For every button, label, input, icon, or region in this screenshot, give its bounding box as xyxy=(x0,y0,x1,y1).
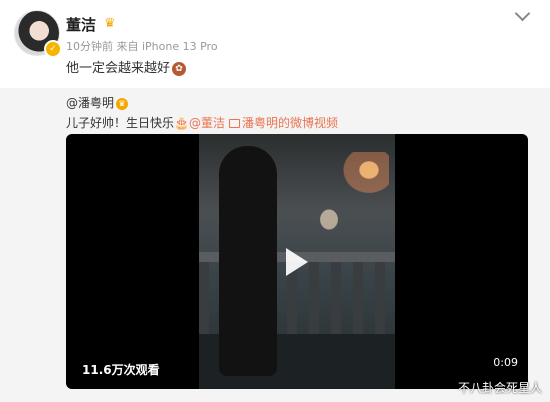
cake-emoji-icon: 🎂 xyxy=(174,116,189,130)
verify-badge-icon: ✓ xyxy=(44,40,62,58)
person-silhouette xyxy=(219,146,277,376)
view-count: 11.6万次观看 xyxy=(82,363,160,377)
crown-icon: ♛ xyxy=(116,97,129,110)
video-link[interactable]: 潘粤明的微博视频 xyxy=(242,116,338,130)
video-player[interactable]: 11.6万次观看 0:09 xyxy=(66,134,528,389)
post-header: ✓ 董洁 ♛ 10分钟前 来自 iPhone 13 Pro 他一定会越来越好 ✿ xyxy=(0,0,550,88)
repost-text: 儿子好帅！生日快乐🎂@董洁 潘粤明的微博视频 xyxy=(66,114,338,131)
watermark: 不八卦会死星人 xyxy=(457,381,542,395)
username[interactable]: 董洁 xyxy=(66,14,96,35)
post-meta: 10分钟前 来自 iPhone 13 Pro xyxy=(66,40,218,53)
play-button-icon[interactable] xyxy=(286,248,308,276)
video-duration: 0:09 xyxy=(493,356,518,369)
original-author[interactable]: @潘粤明 ♛ xyxy=(66,94,129,111)
video-link-icon xyxy=(228,119,240,128)
chevron-down-icon[interactable] xyxy=(514,5,531,22)
firework-glow xyxy=(289,152,389,242)
cake-emoji-icon: ✿ xyxy=(172,61,187,76)
original-author-mention[interactable]: @潘粤明 xyxy=(66,96,114,110)
repost-text-content: 儿子好帅！生日快乐 xyxy=(66,116,175,130)
crown-icon: ♛ xyxy=(104,16,116,31)
mention-link[interactable]: @董洁 xyxy=(189,116,225,130)
post-text-content: 他一定会越来越好 xyxy=(66,61,171,76)
post-text: 他一定会越来越好 ✿ xyxy=(66,57,187,76)
repost-card: @潘粤明 ♛ 儿子好帅！生日快乐🎂@董洁 潘粤明的微博视频 11.6万次观看 0:0… xyxy=(0,88,550,402)
